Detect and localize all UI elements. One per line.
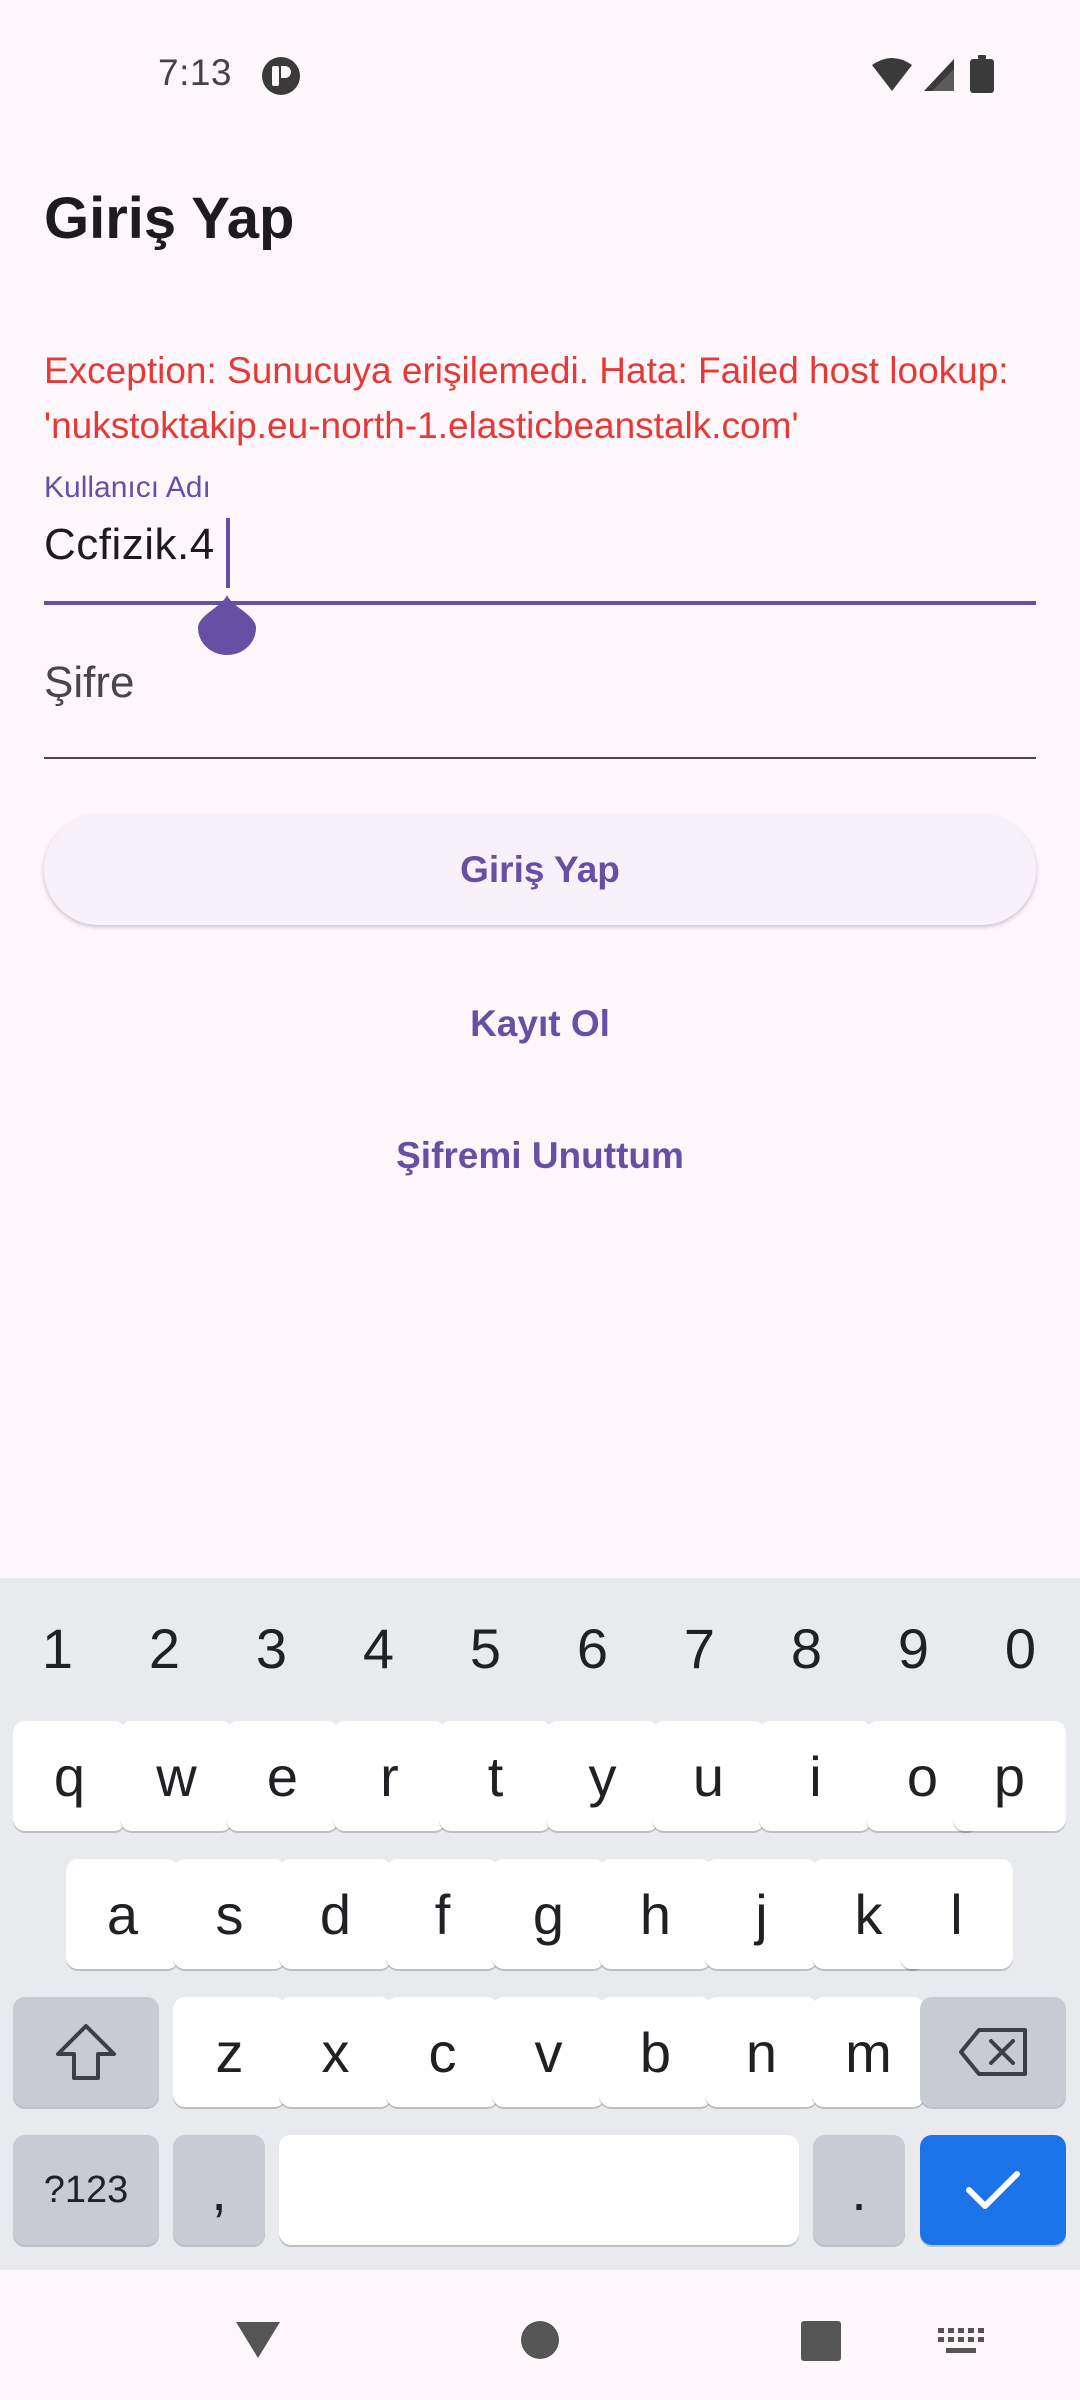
key-0[interactable]: 0 xyxy=(967,1608,1074,1688)
username-label: Kullanıcı Adı xyxy=(44,471,211,504)
key-w[interactable]: w xyxy=(120,1721,233,1831)
key-g[interactable]: g xyxy=(492,1859,605,1969)
home-icon[interactable] xyxy=(520,2320,560,2360)
key-x[interactable]: x xyxy=(279,1997,392,2107)
key-8[interactable]: 8 xyxy=(753,1608,860,1688)
login-button[interactable]: Giriş Yap xyxy=(44,815,1036,925)
key-n[interactable]: n xyxy=(705,1997,818,2107)
key-7[interactable]: 7 xyxy=(646,1608,753,1688)
keyboard-switch-icon[interactable] xyxy=(938,2328,984,2356)
key-r[interactable]: r xyxy=(333,1721,446,1831)
key-6[interactable]: 6 xyxy=(539,1608,646,1688)
space-key[interactable] xyxy=(279,2135,799,2245)
shift-key[interactable] xyxy=(13,1997,159,2107)
key-d[interactable]: d xyxy=(279,1859,392,1969)
wifi-icon xyxy=(872,58,912,91)
key-5[interactable]: 5 xyxy=(432,1608,539,1688)
recents-icon[interactable] xyxy=(800,2320,842,2362)
key-m[interactable]: m xyxy=(812,1997,925,2107)
shift-icon xyxy=(56,2024,116,2080)
checkmark-icon xyxy=(966,2171,1020,2209)
status-time: 7:13 xyxy=(158,52,233,93)
key-v[interactable]: v xyxy=(492,1997,605,2107)
key-s[interactable]: s xyxy=(173,1859,286,1969)
key-9[interactable]: 9 xyxy=(860,1608,967,1688)
status-bar: 7:13 xyxy=(0,0,1080,150)
status-icons xyxy=(870,55,1010,95)
error-message: Exception: Sunucuya erişilemedi. Hata: F… xyxy=(44,350,1009,446)
navigation-bar xyxy=(0,2270,1080,2400)
key-j[interactable]: j xyxy=(705,1859,818,1969)
period-key[interactable]: . xyxy=(813,2135,905,2245)
enter-key[interactable] xyxy=(920,2135,1066,2245)
symbols-key[interactable]: ?123 xyxy=(13,2135,159,2245)
forgot-password-button[interactable]: Şifremi Unuttum xyxy=(340,1116,740,1196)
text-cursor xyxy=(226,518,230,588)
back-icon[interactable] xyxy=(234,2320,282,2360)
key-1[interactable]: 1 xyxy=(4,1608,111,1688)
key-l[interactable]: l xyxy=(900,1859,1013,1969)
username-input[interactable]: Ccfizik.4 xyxy=(44,520,215,570)
cursor-handle[interactable] xyxy=(198,595,256,655)
key-a[interactable]: a xyxy=(66,1859,179,1969)
key-y[interactable]: y xyxy=(546,1721,659,1831)
key-h[interactable]: h xyxy=(599,1859,712,1969)
password-label[interactable]: Şifre xyxy=(44,658,134,708)
battery-icon xyxy=(970,55,994,93)
number-row: 1 2 3 4 5 6 7 8 9 0 xyxy=(0,1608,1080,1688)
key-c[interactable]: c xyxy=(386,1997,499,2107)
key-t[interactable]: t xyxy=(439,1721,552,1831)
key-f[interactable]: f xyxy=(386,1859,499,1969)
key-p[interactable]: p xyxy=(953,1721,1066,1831)
key-z[interactable]: z xyxy=(173,1997,286,2107)
key-u[interactable]: u xyxy=(652,1721,765,1831)
comma-key[interactable]: , xyxy=(173,2135,265,2245)
register-button[interactable]: Kayıt Ol xyxy=(340,984,740,1064)
key-e[interactable]: e xyxy=(226,1721,339,1831)
on-screen-keyboard: 1 2 3 4 5 6 7 8 9 0 q w e r t y u i o p … xyxy=(0,1578,1080,2270)
page-title: Giriş Yap xyxy=(44,186,295,251)
key-b[interactable]: b xyxy=(599,1997,712,2107)
app-notification-icon xyxy=(262,57,300,95)
backspace-key[interactable] xyxy=(920,1997,1066,2107)
username-underline xyxy=(44,601,1036,605)
password-underline xyxy=(44,757,1036,759)
key-3[interactable]: 3 xyxy=(218,1608,325,1688)
backspace-icon xyxy=(959,2028,1027,2076)
key-4[interactable]: 4 xyxy=(325,1608,432,1688)
key-q[interactable]: q xyxy=(13,1721,126,1831)
key-2[interactable]: 2 xyxy=(111,1608,218,1688)
key-i[interactable]: i xyxy=(759,1721,872,1831)
signal-icon xyxy=(924,59,954,91)
